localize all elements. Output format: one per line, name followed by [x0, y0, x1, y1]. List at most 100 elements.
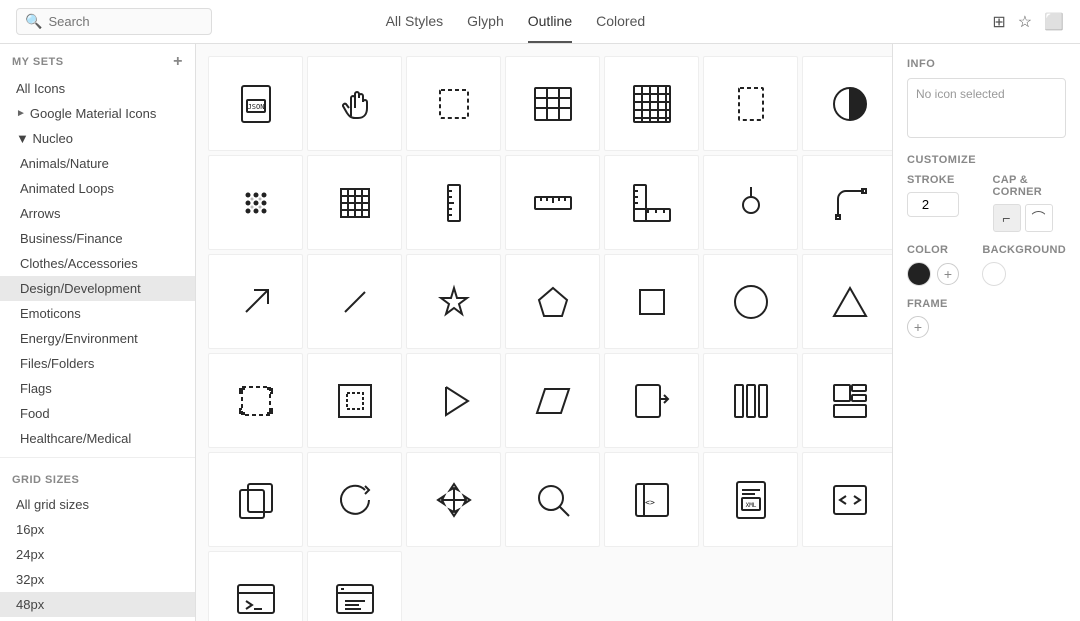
icon-cell-placeholder7[interactable]: [307, 551, 402, 621]
sidebar-item-emoticons[interactable]: Emoticons: [0, 301, 195, 326]
icon-cell-grid-dots[interactable]: [604, 56, 699, 151]
sidebar-item-label: 24px: [16, 547, 44, 562]
background-col: BACKGROUND: [982, 244, 1066, 286]
sidebar-item-all-icons[interactable]: All Icons: [0, 76, 195, 101]
sidebar-item-animated-loops[interactable]: Animated Loops: [0, 176, 195, 201]
icon-cell-xml-file[interactable]: XML: [703, 452, 798, 547]
sidebar-item-clothes-accessories[interactable]: Clothes/Accessories: [0, 251, 195, 276]
svg-text:JSON: JSON: [247, 103, 264, 111]
sidebar-item-design-development[interactable]: Design/Development: [0, 276, 195, 301]
corner-round-btn[interactable]: ⌒: [1025, 204, 1053, 232]
icon-cell-book-code[interactable]: <>: [604, 452, 699, 547]
icon-cell-hand[interactable]: [307, 56, 402, 151]
sidebar-item-all-grid[interactable]: All grid sizes: [0, 492, 195, 517]
sidebar-item-label: 48px: [16, 597, 44, 612]
add-set-button[interactable]: +: [173, 54, 183, 70]
search-area[interactable]: 🔍: [16, 8, 212, 35]
color-row: COLOR + BACKGROUND: [907, 244, 1066, 286]
icon-cell-knob[interactable]: [703, 155, 798, 250]
sidebar-item-label: Design/Development: [20, 281, 141, 296]
sidebar-item-label: Energy/Environment: [20, 331, 138, 346]
sidebar-item-label: All grid sizes: [16, 497, 89, 512]
sidebar-item-arrows[interactable]: Arrows: [0, 201, 195, 226]
sidebar-item-healthcare[interactable]: Healthcare/Medical: [0, 426, 195, 451]
icon-cell-code-tag[interactable]: [802, 452, 892, 547]
sidebar-item-label: Animals/Nature: [20, 156, 109, 171]
icon-cell-frame-select[interactable]: [703, 56, 798, 151]
icon-cell-parallelogram[interactable]: [505, 353, 600, 448]
sidebar-item-label: Files/Folders: [20, 356, 94, 371]
icon-cell-ruler-h[interactable]: [505, 155, 600, 250]
star-icon[interactable]: ☆: [1018, 12, 1032, 32]
icon-cell-dots-grid[interactable]: [208, 155, 303, 250]
icon-cell-line-diagonal[interactable]: [307, 254, 402, 349]
icon-cell-terminal[interactable]: [208, 551, 303, 621]
add-color-button[interactable]: +: [937, 263, 959, 285]
icon-cell-arrow-diagonal[interactable]: [208, 254, 303, 349]
icon-cell-triangle[interactable]: [802, 254, 892, 349]
sidebar-item-64px[interactable]: 64px: [0, 617, 195, 621]
tab-colored[interactable]: Colored: [596, 1, 645, 43]
tab-outline[interactable]: Outline: [528, 1, 572, 43]
sidebar-item-label: Food: [20, 406, 50, 421]
my-sets-label: MY SETS: [12, 56, 64, 68]
tab-glyph[interactable]: Glyph: [467, 1, 504, 43]
info-panel: INFO No icon selected CUSTOMIZE STROKE C…: [892, 44, 1080, 621]
icon-cell-star-outline[interactable]: [406, 254, 501, 349]
icon-cell-circle-half[interactable]: [802, 56, 892, 151]
color-swatch-area: +: [907, 262, 970, 286]
icon-cell-columns[interactable]: [703, 353, 798, 448]
icon-cell-refresh[interactable]: [307, 452, 402, 547]
color-swatch-white[interactable]: [982, 262, 1006, 286]
tab-all-styles[interactable]: All Styles: [386, 1, 444, 43]
sidebar-item-label: Emoticons: [20, 306, 81, 321]
sidebar-item-nucleo[interactable]: ▼ Nucleo: [0, 126, 195, 151]
sidebar-item-24px[interactable]: 24px: [0, 542, 195, 567]
sidebar-item-label: All Icons: [16, 81, 65, 96]
icon-cell-pentagon[interactable]: [505, 254, 600, 349]
icon-cell-square[interactable]: [604, 254, 699, 349]
icon-cell-play-shape[interactable]: [406, 353, 501, 448]
cap-corner-col: CAP & CORNER ⌐ ⌒: [993, 174, 1067, 232]
sidebar-item-animals[interactable]: Animals/Nature: [0, 151, 195, 176]
svg-text:<>: <>: [645, 498, 655, 507]
add-frame-button[interactable]: +: [907, 316, 929, 338]
icon-cell-json[interactable]: JSON: [208, 56, 303, 151]
corner-square-btn[interactable]: ⌐: [993, 204, 1021, 232]
color-swatch-black[interactable]: [907, 262, 931, 286]
icon-cell-circle[interactable]: [703, 254, 798, 349]
sidebar-item-48px[interactable]: 48px: [0, 592, 195, 617]
icon-cell-selection[interactable]: [406, 56, 501, 151]
top-icons: ⊞ ☆ ⬜: [992, 12, 1064, 32]
icon-cell-zoom-ui[interactable]: [802, 353, 892, 448]
sidebar-item-google-material[interactable]: ► Google Material Icons: [0, 101, 195, 126]
icon-cell-inner-selection[interactable]: [307, 353, 402, 448]
sidebar-item-food[interactable]: Food: [0, 401, 195, 426]
sidebar-item-energy-environment[interactable]: Energy/Environment: [0, 326, 195, 351]
sidebar-item-files-folders[interactable]: Files/Folders: [0, 351, 195, 376]
grid-icon[interactable]: ⊞: [992, 12, 1005, 32]
window-icon[interactable]: ⬜: [1044, 12, 1064, 32]
sidebar-item-flags[interactable]: Flags: [0, 376, 195, 401]
tab-bar: All Styles Glyph Outline Colored: [386, 1, 646, 43]
search-input[interactable]: [48, 14, 188, 29]
icon-cell-ruler-corner[interactable]: [604, 155, 699, 250]
sidebar-item-32px[interactable]: 32px: [0, 567, 195, 592]
cap-corner-label: CAP & CORNER: [993, 174, 1067, 198]
icon-cell-file-export[interactable]: [604, 353, 699, 448]
icon-cell-ruler-v[interactable]: [406, 155, 501, 250]
sidebar-item-16px[interactable]: 16px: [0, 517, 195, 542]
icon-cell-search[interactable]: [505, 452, 600, 547]
stroke-col: STROKE: [907, 174, 981, 232]
sidebar-item-label: Google Material Icons: [30, 106, 156, 121]
icon-cell-layout-columns[interactable]: [505, 56, 600, 151]
sidebar-item-label: 32px: [16, 572, 44, 587]
icon-cell-copy-file[interactable]: [208, 452, 303, 547]
stroke-input[interactable]: [907, 192, 959, 217]
icon-cell-move[interactable]: [406, 452, 501, 547]
icon-cell-small-grid[interactable]: [307, 155, 402, 250]
icon-cell-crop-selection[interactable]: [208, 353, 303, 448]
sidebar-item-business-finance[interactable]: Business/Finance: [0, 226, 195, 251]
sidebar-item-label: Business/Finance: [20, 231, 123, 246]
icon-cell-rounded-corner[interactable]: [802, 155, 892, 250]
